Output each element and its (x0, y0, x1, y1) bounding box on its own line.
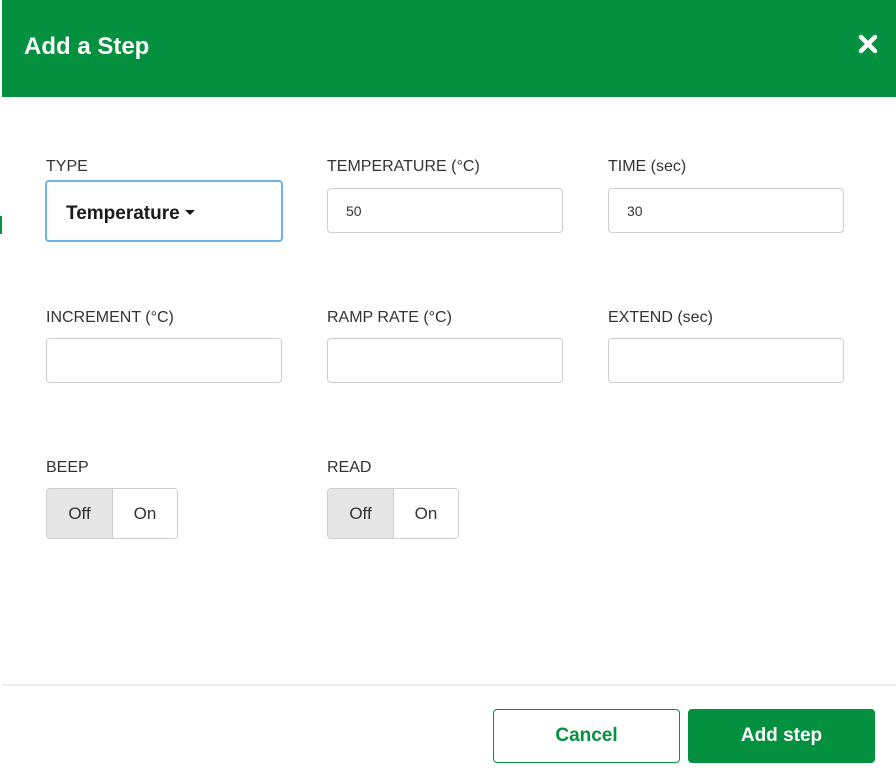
extend-label: EXTEND (sec) (608, 309, 713, 326)
extend-input[interactable] (608, 338, 844, 383)
temperature-label: TEMPERATURE (°C) (327, 158, 480, 175)
read-toggle: Off On (327, 488, 459, 539)
increment-label: INCREMENT (°C) (46, 309, 174, 326)
cancel-button[interactable]: Cancel (493, 709, 680, 763)
beep-label: BEEP (46, 459, 89, 476)
add-step-button[interactable]: Add step (688, 709, 875, 763)
ramp-rate-label: RAMP RATE (°C) (327, 309, 452, 326)
close-icon[interactable] (854, 30, 882, 58)
close-x-icon (858, 34, 878, 54)
dialog-header: Add a Step (2, 0, 896, 97)
time-input[interactable] (608, 188, 844, 233)
temperature-input[interactable] (327, 188, 563, 233)
add-step-dialog: Add a Step TYPE Temperature TEMPERATURE … (0, 0, 896, 784)
caret-down-icon (184, 209, 195, 215)
read-on-option[interactable]: On (394, 489, 458, 538)
beep-off-option[interactable]: Off (47, 489, 113, 538)
footer-divider (2, 684, 896, 686)
time-label: TIME (sec) (608, 158, 687, 175)
type-select[interactable]: Temperature (45, 180, 283, 242)
ramp-rate-input[interactable] (327, 338, 563, 383)
read-label: READ (327, 459, 372, 476)
dialog-title: Add a Step (24, 33, 150, 60)
beep-on-option[interactable]: On (113, 489, 177, 538)
type-label: TYPE (46, 158, 88, 175)
edge-accent (0, 216, 2, 234)
type-select-value: Temperature (66, 202, 195, 226)
increment-input[interactable] (46, 338, 282, 383)
read-off-option[interactable]: Off (328, 489, 394, 538)
beep-toggle: Off On (46, 488, 178, 539)
